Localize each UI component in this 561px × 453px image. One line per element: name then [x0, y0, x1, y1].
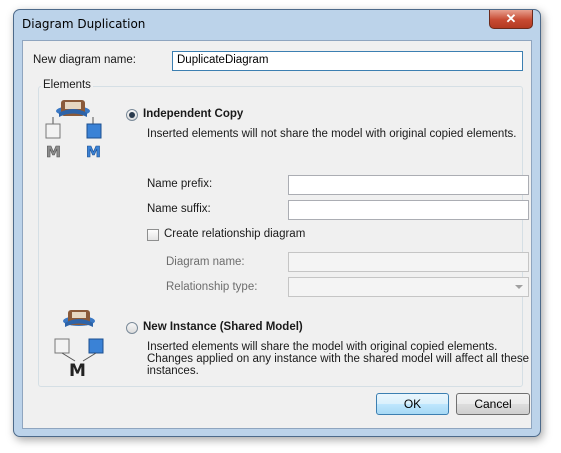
icon-line: [61, 352, 76, 362]
icon-box-left: [54, 338, 70, 354]
ok-button[interactable]: OK: [376, 393, 449, 415]
name-suffix-label: Name suffix:: [147, 203, 211, 215]
new-instance-description-line: Changes applied on any instance with the…: [147, 353, 530, 365]
icon-box-left: [45, 123, 61, 139]
new-diagram-name-input[interactable]: DuplicateDiagram: [172, 51, 523, 71]
new-instance-label[interactable]: New Instance (Shared Model): [143, 321, 303, 333]
cancel-button[interactable]: Cancel: [456, 393, 530, 415]
icon-letter: M: [69, 361, 86, 377]
window-title: Diagram Duplication: [22, 17, 146, 31]
new-diagram-name-label: New diagram name:: [33, 54, 136, 66]
name-prefix-input[interactable]: [288, 175, 529, 195]
new-instance-radio[interactable]: [126, 322, 138, 334]
name-prefix-label: Name prefix:: [147, 178, 213, 190]
create-relationship-checkbox[interactable]: [147, 229, 159, 241]
shared-model-icon: M: [54, 310, 104, 377]
chevron-down-icon: [515, 285, 523, 289]
icon-box-right: [88, 338, 104, 354]
icon-line: [82, 352, 97, 362]
new-instance-description-line: Inserted elements will share the model w…: [147, 341, 498, 353]
independent-copy-label[interactable]: Independent Copy: [143, 108, 243, 120]
relationship-type-label: Relationship type:: [166, 281, 258, 293]
icon-box-right: [86, 123, 102, 139]
radio-selected-dot: [129, 112, 135, 118]
icon-face: [72, 312, 86, 318]
independent-copy-icon: M M: [45, 100, 102, 161]
title-bar[interactable]: Diagram Duplication ✕: [14, 10, 540, 38]
diagram-name-label: Diagram name:: [166, 256, 245, 268]
icon-face: [65, 102, 81, 109]
diagram-name-input[interactable]: [288, 252, 529, 272]
close-button[interactable]: ✕: [489, 10, 533, 29]
name-suffix-input[interactable]: [288, 200, 529, 220]
dialog-content: New diagram name: DuplicateDiagram Eleme…: [22, 40, 532, 429]
new-instance-description-line: instances.: [147, 365, 199, 377]
relationship-type-select[interactable]: [288, 277, 529, 297]
elements-group-label: Elements: [41, 79, 93, 91]
dialog-window: Diagram Duplication ✕ New diagram name: …: [13, 9, 541, 437]
independent-copy-radio[interactable]: [126, 109, 138, 121]
create-relationship-label[interactable]: Create relationship diagram: [164, 228, 305, 240]
icon-letter-left: M: [46, 143, 61, 161]
independent-copy-description: Inserted elements will not share the mod…: [147, 128, 517, 140]
icon-letter-right: M: [86, 143, 101, 161]
